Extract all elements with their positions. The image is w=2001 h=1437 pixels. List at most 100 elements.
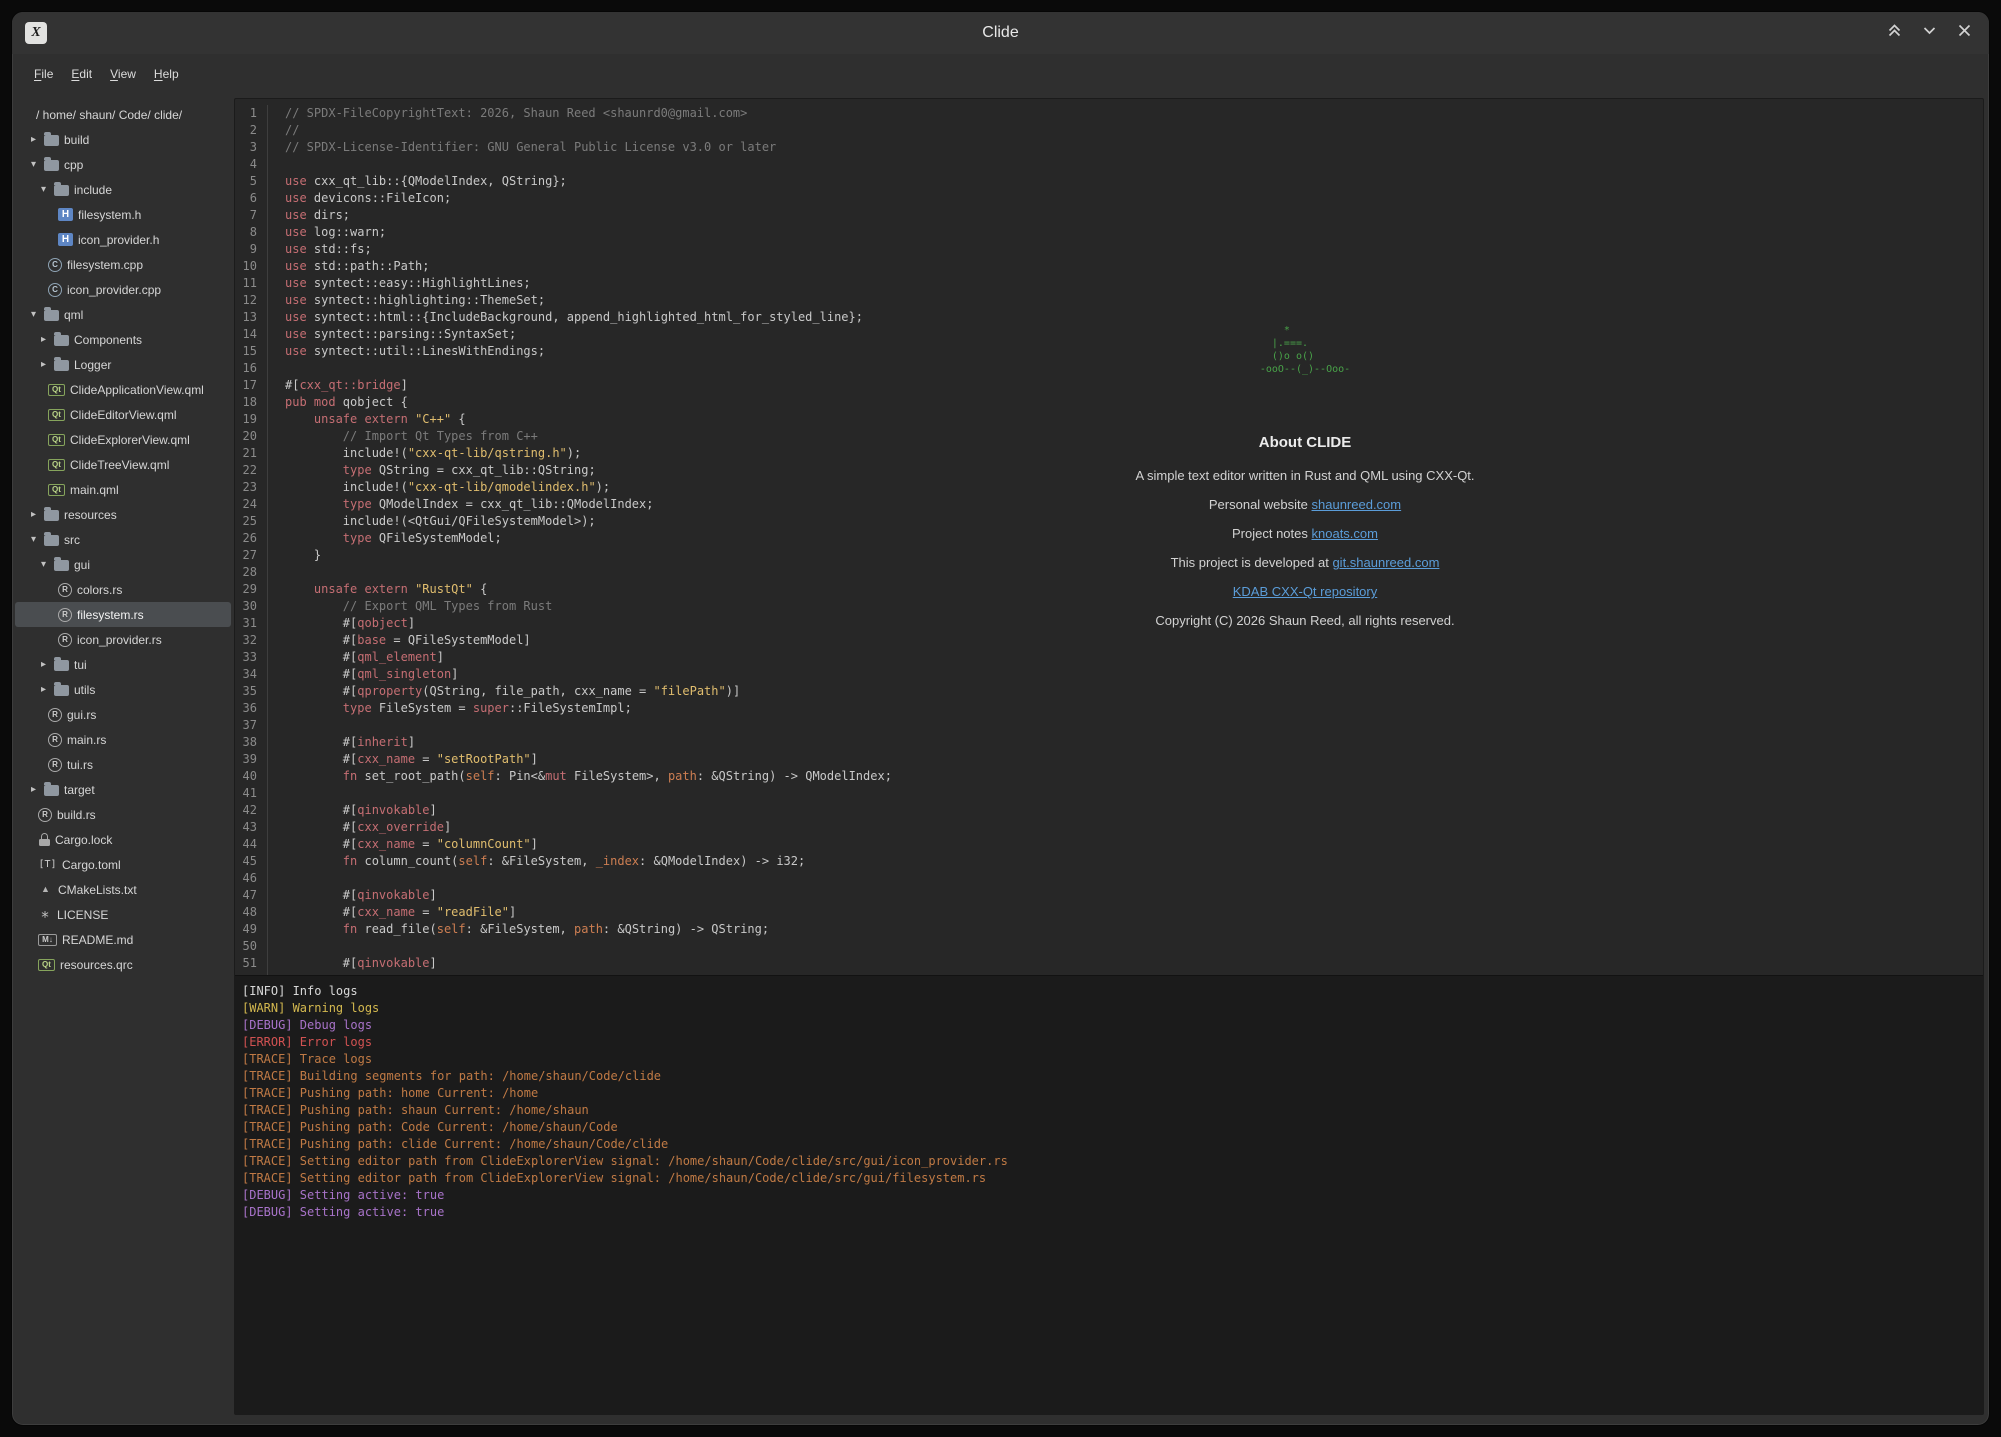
tree-item-clideexplorerview-qml[interactable]: QtClideExplorerView.qml [15, 427, 231, 452]
tree-item-main-qml[interactable]: Qtmain.qml [15, 477, 231, 502]
tree-item-clideapplicationview-qml[interactable]: QtClideApplicationView.qml [15, 377, 231, 402]
menu-item-help[interactable]: Help [146, 63, 187, 85]
tree-item-cargo-toml[interactable]: [T] Cargo.toml [15, 852, 231, 877]
shaunreed-com-link[interactable]: shaunreed.com [1312, 497, 1402, 512]
tree-item-label: ClideTreeView.qml [70, 458, 169, 472]
tree-item-clidetreeview-qml[interactable]: QtClideTreeView.qml [15, 452, 231, 477]
tree-item-main-rs[interactable]: Rmain.rs [15, 727, 231, 752]
tree-root-path[interactable]: / home/ shaun/ Code/ clide/ [15, 102, 231, 127]
tree-item-label: Cargo.toml [62, 858, 121, 872]
tree-item-build-rs[interactable]: Rbuild.rs [15, 802, 231, 827]
kdab-cxx-qt-repository-link[interactable]: KDAB CXX-Qt repository [1233, 584, 1378, 599]
tree-item-readme-md[interactable]: M↓README.md [15, 927, 231, 952]
tree-item-resources[interactable]: ▸resources [15, 502, 231, 527]
tree-item-gui[interactable]: ▾gui [15, 552, 231, 577]
tree-item-clideeditorview-qml[interactable]: QtClideEditorView.qml [15, 402, 231, 427]
code-line: use cxx_qt_lib::{QModelIndex, QString}; [285, 173, 1983, 190]
about-lines: A simple text editor written in Rust and… [980, 467, 1630, 629]
tree-item-label: tui.rs [67, 758, 93, 772]
about-line: Project notes knoats.com [980, 525, 1630, 542]
line-number: 19 [235, 411, 257, 428]
tree-item-license[interactable]: *LICENSE [15, 902, 231, 927]
line-number: 32 [235, 632, 257, 649]
tree-item-icon-provider-rs[interactable]: Ricon_provider.rs [15, 627, 231, 652]
tree-item-label: main.rs [67, 733, 106, 747]
tree-item-components[interactable]: ▸ Components [15, 327, 231, 352]
toml-file-icon: [T] [38, 860, 57, 870]
knoats-com-link[interactable]: knoats.com [1312, 526, 1378, 541]
menu-item-file[interactable]: File [26, 63, 61, 85]
tree-item-icon-provider-cpp[interactable]: Cicon_provider.cpp [15, 277, 231, 302]
tree-item-label: filesystem.cpp [67, 258, 143, 272]
chevron-down-icon[interactable]: ▾ [41, 560, 54, 570]
tree-item-label: icon_provider.cpp [67, 283, 161, 297]
unshade-button[interactable] [1921, 22, 1938, 44]
tree-item-tui[interactable]: ▸tui [15, 652, 231, 677]
menu-item-view[interactable]: View [102, 63, 144, 85]
tree-item-cmakelists-txt[interactable]: ▲CMakeLists.txt [15, 877, 231, 902]
log-output-panel[interactable]: [INFO] Info logs[WARN] Warning logs[DEBU… [235, 975, 1983, 1414]
shade-button[interactable] [1886, 22, 1903, 44]
app-window: X Clide FileEditViewHelp / home/ shaun/ … [11, 11, 1990, 1426]
file-explorer-sidebar[interactable]: / home/ shaun/ Code/ clide/▸build▾cpp▾in… [12, 94, 234, 1425]
tree-item-gui-rs[interactable]: Rgui.rs [15, 702, 231, 727]
markdown-file-icon: M↓ [38, 934, 57, 946]
title-bar[interactable]: X Clide [12, 12, 1989, 54]
menu-item-edit[interactable]: Edit [63, 63, 100, 85]
code-line: #[cxx_name = "setRootPath"] [285, 751, 1983, 768]
chevron-right-icon[interactable]: ▸ [31, 785, 44, 795]
tree-item-filesystem-cpp[interactable]: Cfilesystem.cpp [15, 252, 231, 277]
tree-item-label: Components [74, 333, 142, 347]
line-number: 47 [235, 887, 257, 904]
code-line: // [285, 122, 1983, 139]
chevron-down-icon[interactable]: ▾ [41, 185, 54, 195]
rust-file-icon: R [58, 583, 72, 597]
line-number: 14 [235, 326, 257, 343]
code-line: use dirs; [285, 207, 1983, 224]
line-number: 9 [235, 241, 257, 258]
tree-item-tui-rs[interactable]: Rtui.rs [15, 752, 231, 777]
line-number: 44 [235, 836, 257, 853]
clide-ascii-logo: * |.===. ()o o()-ooO--(_)--Ooo- [1260, 324, 1350, 376]
tree-item-build[interactable]: ▸build [15, 127, 231, 152]
tree-item-cargo-lock[interactable]: Cargo.lock [15, 827, 231, 852]
git-shaunreed-com-link[interactable]: git.shaunreed.com [1332, 555, 1439, 570]
folder-icon [44, 535, 59, 546]
chevron-right-icon[interactable]: ▸ [31, 135, 44, 145]
chevron-right-icon[interactable]: ▸ [41, 685, 54, 695]
tree-item-filesystem-h[interactable]: Hfilesystem.h [15, 202, 231, 227]
line-number: 6 [235, 190, 257, 207]
line-number: 50 [235, 938, 257, 955]
tree-item-label: qml [64, 308, 83, 322]
tree-item-logger[interactable]: ▸Logger [15, 352, 231, 377]
folder-icon [44, 160, 59, 171]
tree-item-qml[interactable]: ▾ qml [15, 302, 231, 327]
line-number: 25 [235, 513, 257, 530]
line-number: 16 [235, 360, 257, 377]
tree-item-colors-rs[interactable]: Rcolors.rs [15, 577, 231, 602]
chevron-right-icon[interactable]: ▸ [41, 335, 54, 345]
tree-item-target[interactable]: ▸target [15, 777, 231, 802]
code-line: #[qml_singleton] [285, 666, 1983, 683]
chevron-down-icon[interactable]: ▾ [31, 160, 44, 170]
chevron-down-icon[interactable]: ▾ [31, 310, 44, 320]
tree-item-utils[interactable]: ▸utils [15, 677, 231, 702]
tree-item-cpp[interactable]: ▾cpp [15, 152, 231, 177]
line-number: 12 [235, 292, 257, 309]
tree-item-label: ClideExplorerView.qml [70, 433, 190, 447]
chevron-down-icon[interactable]: ▾ [31, 535, 44, 545]
tree-item-resources-qrc[interactable]: Qtresources.qrc [15, 952, 231, 977]
tree-item-icon-provider-h[interactable]: Hicon_provider.h [15, 227, 231, 252]
editor-pane[interactable]: 1234567891011121314151617181920212223242… [235, 99, 1983, 975]
window-title: Clide [982, 24, 1018, 42]
line-number: 3 [235, 139, 257, 156]
close-button[interactable] [1956, 22, 1973, 44]
tree-item-include[interactable]: ▾include [15, 177, 231, 202]
log-line: [TRACE] Building segments for path: /hom… [242, 1068, 1983, 1085]
chevron-right-icon[interactable]: ▸ [41, 360, 54, 370]
chevron-right-icon[interactable]: ▸ [31, 510, 44, 520]
chevron-right-icon[interactable]: ▸ [41, 660, 54, 670]
tree-item-filesystem-rs[interactable]: Rfilesystem.rs [15, 602, 231, 627]
code-line: // SPDX-License-Identifier: GNU General … [285, 139, 1983, 156]
tree-item-src[interactable]: ▾src [15, 527, 231, 552]
